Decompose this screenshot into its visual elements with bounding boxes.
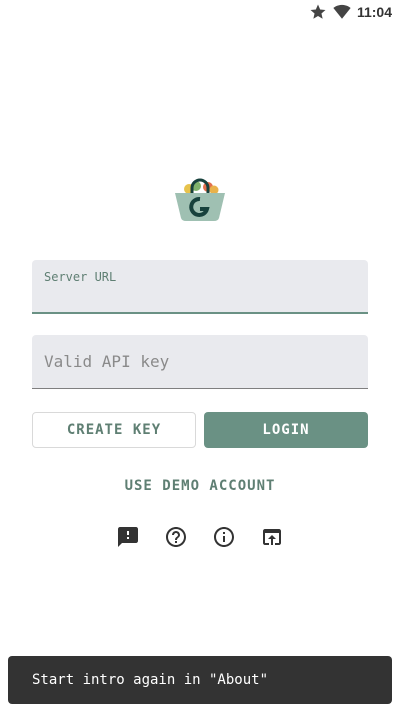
status-bar: 11:04	[0, 0, 400, 24]
help-icon-row	[0, 525, 400, 551]
info-icon[interactable]	[212, 525, 236, 549]
login-button[interactable]: LOGIN	[204, 412, 368, 448]
server-url-input[interactable]	[32, 260, 368, 312]
app-logo	[174, 178, 226, 222]
api-key-input[interactable]	[32, 335, 368, 388]
help-icon[interactable]	[164, 525, 188, 549]
server-url-field[interactable]: Server URL	[32, 260, 368, 314]
status-icons: 11:04	[309, 3, 392, 21]
create-key-button[interactable]: CREATE KEY	[32, 412, 196, 448]
use-demo-account-button[interactable]: USE DEMO ACCOUNT	[0, 474, 400, 498]
wifi-icon	[333, 3, 351, 21]
snackbar: Start intro again in "About"	[8, 656, 392, 704]
feedback-icon[interactable]	[116, 525, 140, 549]
star-icon	[309, 3, 327, 21]
open-in-new-icon[interactable]	[260, 525, 284, 549]
snackbar-text: Start intro again in "About"	[32, 672, 269, 688]
status-time: 11:04	[356, 4, 392, 20]
api-key-field[interactable]	[32, 335, 368, 389]
